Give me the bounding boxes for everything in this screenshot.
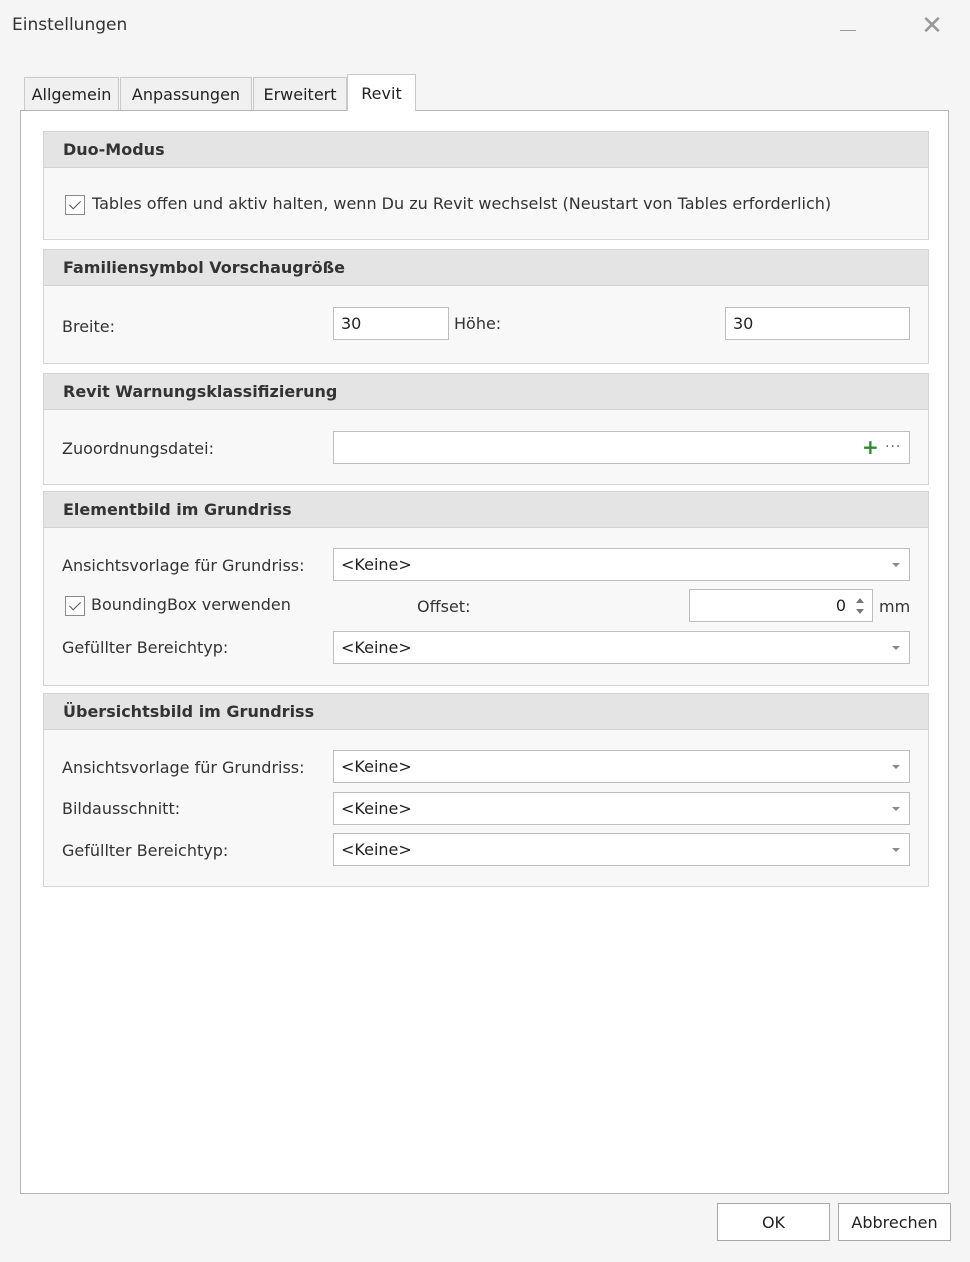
chevron-down-icon [892,765,900,769]
chevron-down-icon [892,646,900,650]
bounding-box-checkbox[interactable] [65,596,85,616]
group-duo-modus: Duo-Modus Tables offen und aktiv halten,… [43,131,929,240]
overview-template-value: <Keine> [341,757,412,776]
mapping-file-input[interactable]: + ··· [333,431,910,464]
fill-type-combo[interactable]: <Keine> [333,631,910,664]
offset-unit: mm [879,597,911,616]
overview-template-label: Ansichtsvorlage für Grundriss: [62,758,305,777]
duo-mode-checkbox[interactable] [65,195,85,215]
group-uebersichtsbild: Übersichtsbild im Grundriss Ansichtsvorl… [43,693,929,887]
overview-fill-type-combo[interactable]: <Keine> [333,833,910,866]
close-button[interactable]: ✕ [914,10,950,42]
chevron-down-icon [892,807,900,811]
fill-type-value: <Keine> [341,638,412,657]
group-header: Revit Warnungsklassifizierung [44,374,928,410]
offset-value: 0 [835,596,846,615]
view-template-combo[interactable]: <Keine> [333,548,910,581]
overview-template-combo[interactable]: <Keine> [333,750,910,783]
chevron-down-icon [892,563,900,567]
width-label: Breite: [62,317,115,336]
tab-erweitert[interactable]: Erweitert [253,77,347,110]
group-warnungsklassifizierung: Revit Warnungsklassifizierung Zuoordnung… [43,373,929,485]
tab-allgemein[interactable]: Allgemein [24,77,119,110]
crop-combo[interactable]: <Keine> [333,792,910,825]
ok-button[interactable]: OK [717,1203,830,1241]
fill-type-label: Gefüllter Bereichtyp: [62,638,229,657]
group-elementbild: Elementbild im Grundriss Ansichtsvorlage… [43,491,929,686]
group-header: Duo-Modus [44,132,928,168]
duo-mode-label: Tables offen und aktiv halten, wenn Du z… [92,194,832,213]
spin-down-icon[interactable] [856,609,864,614]
overview-fill-type-label: Gefüllter Bereichtyp: [62,841,229,860]
bounding-box-label: BoundingBox verwenden [91,595,291,614]
spin-up-icon[interactable] [856,598,864,603]
crop-value: <Keine> [341,799,412,818]
offset-spinner[interactable]: 0 [689,589,873,622]
cancel-button[interactable]: Abbrechen [838,1203,951,1241]
group-header: Elementbild im Grundriss [44,492,928,528]
tab-revit[interactable]: Revit [347,74,416,111]
group-header: Familiensymbol Vorschaugröße [44,250,928,286]
minimize-button[interactable] [830,10,866,42]
title-bar: Einstellungen ✕ [0,0,970,52]
view-template-value: <Keine> [341,555,412,574]
offset-label: Offset: [417,597,471,616]
add-icon[interactable]: + [862,437,879,457]
crop-label: Bildausschnitt: [62,799,181,818]
height-input[interactable]: 30 [725,307,910,340]
chevron-down-icon [892,848,900,852]
width-input[interactable]: 30 [333,307,449,340]
close-icon: ✕ [921,11,943,41]
tab-anpassungen[interactable]: Anpassungen [120,77,252,110]
view-template-label: Ansichtsvorlage für Grundriss: [62,556,305,575]
group-header: Übersichtsbild im Grundriss [44,694,928,730]
browse-icon[interactable]: ··· [885,440,901,454]
group-familiensymbol: Familiensymbol Vorschaugröße Breite: 30 … [43,249,929,364]
mapping-file-label: Zuoordnungsdatei: [62,439,214,458]
tab-content-panel: Duo-Modus Tables offen und aktiv halten,… [20,110,949,1194]
height-label: Höhe: [454,314,502,333]
window-title: Einstellungen [12,15,128,35]
overview-fill-type-value: <Keine> [341,840,412,859]
